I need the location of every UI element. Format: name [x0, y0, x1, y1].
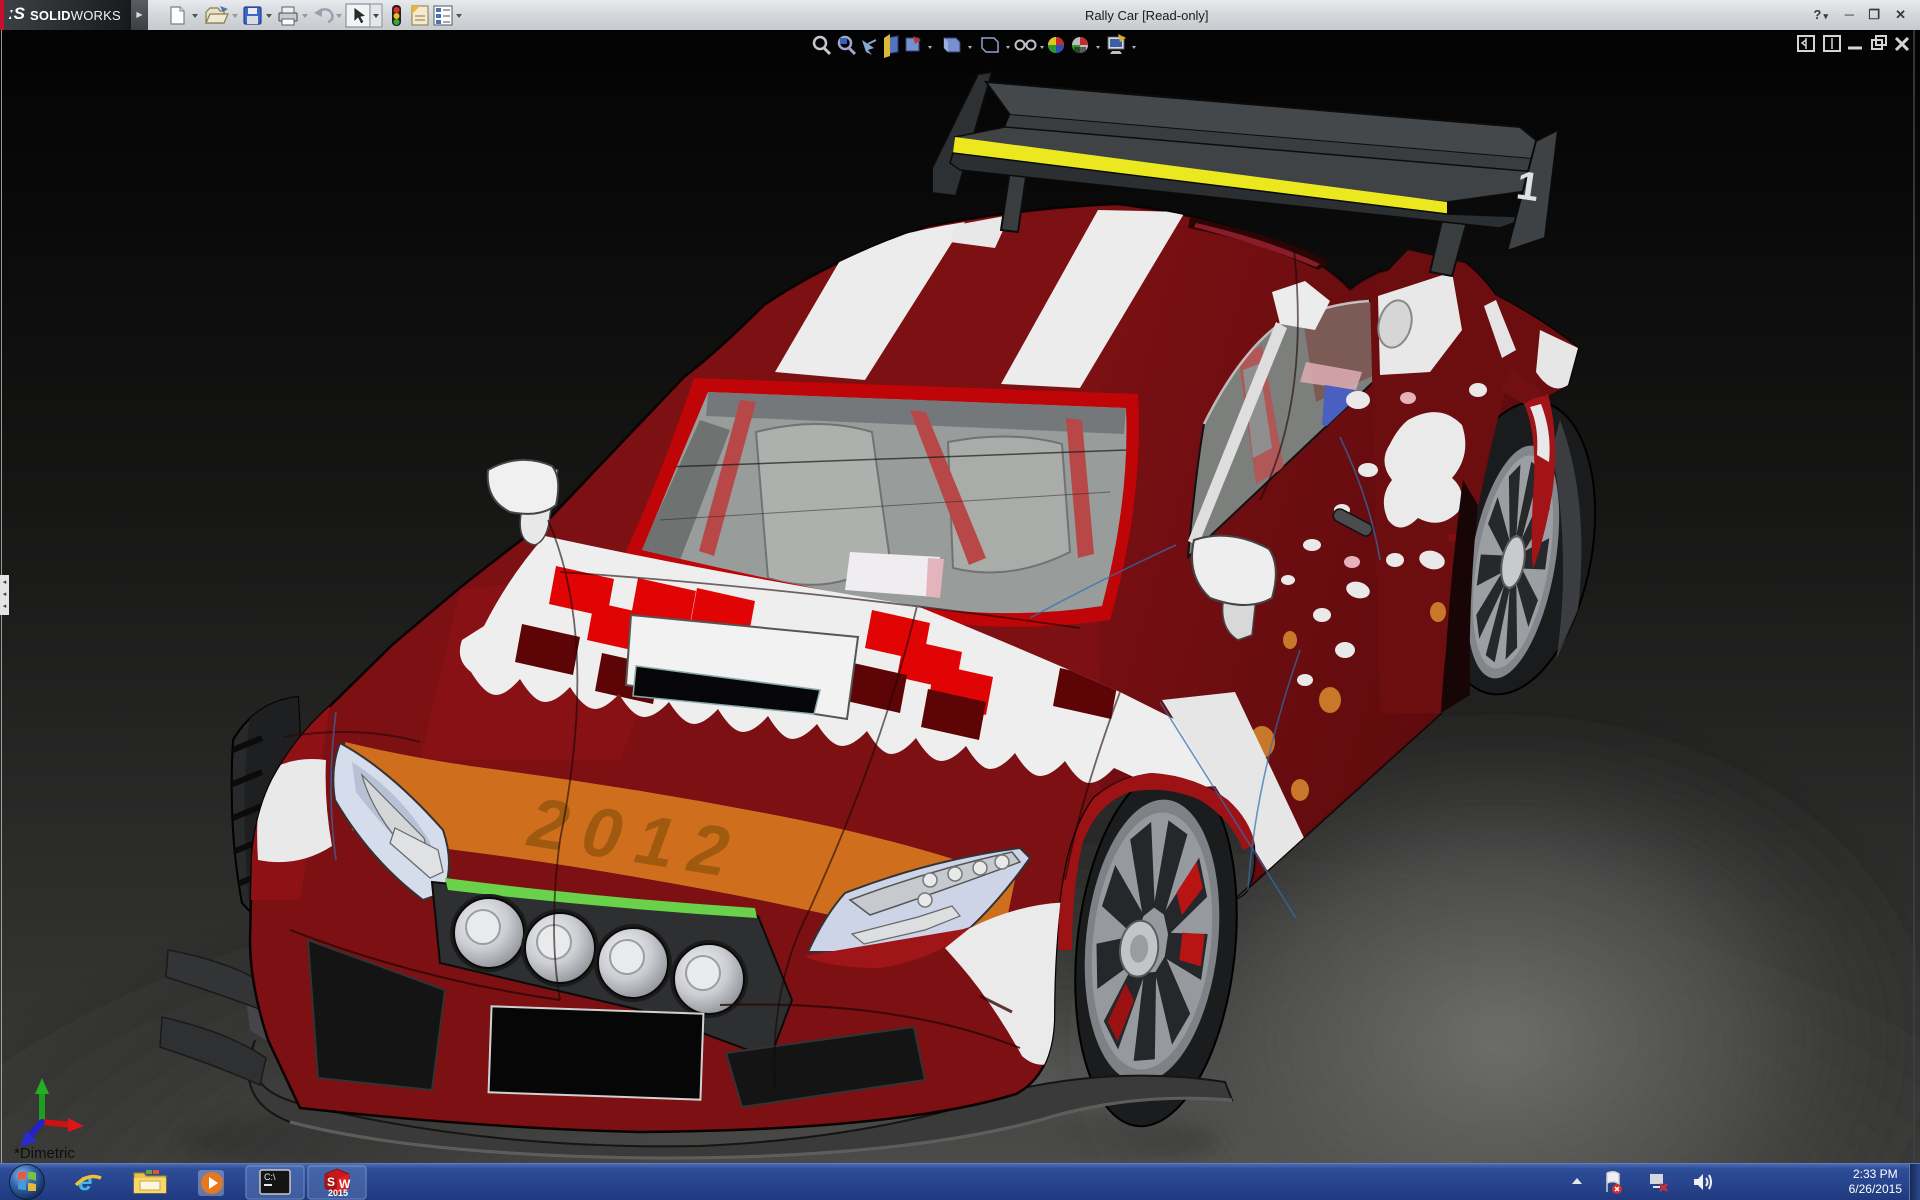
- svg-text:C:\: C:\: [264, 1172, 276, 1182]
- svg-text:2015: 2015: [328, 1188, 348, 1198]
- svg-text:S: S: [327, 1175, 335, 1189]
